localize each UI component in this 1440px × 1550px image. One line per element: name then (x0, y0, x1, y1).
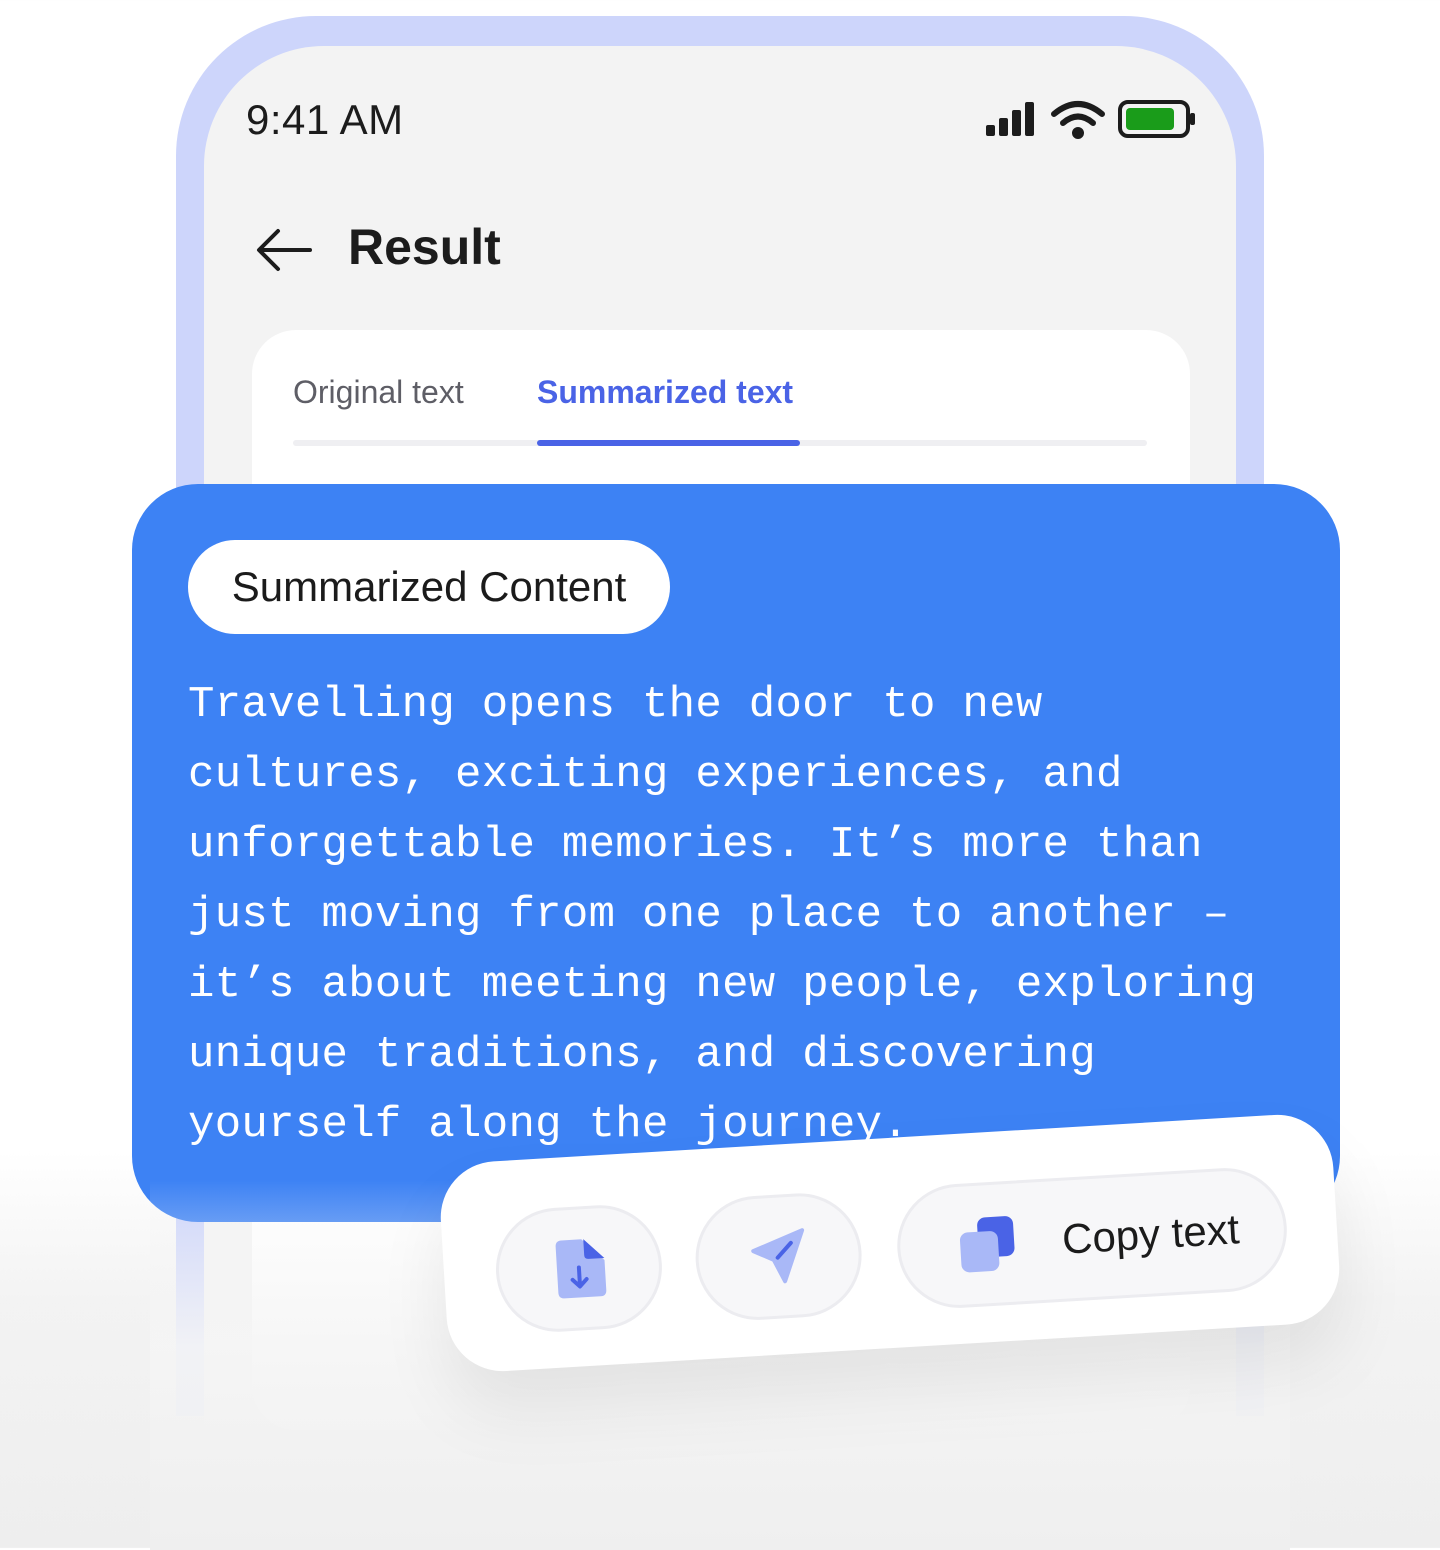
active-tab-indicator (537, 440, 800, 446)
wifi-icon (1051, 101, 1105, 139)
send-icon (751, 1228, 805, 1284)
arrow-left-icon[interactable] (254, 226, 314, 274)
download-button[interactable] (492, 1201, 666, 1336)
download-file-icon (555, 1239, 607, 1299)
copy-icon (959, 1216, 1015, 1273)
copy-text-label: Copy text (1060, 1205, 1241, 1263)
battery-icon (1118, 100, 1195, 138)
tab-summarized-text[interactable]: Summarized text (537, 374, 793, 411)
cellular-signal-icon (986, 102, 1034, 136)
status-icons (986, 100, 1195, 139)
status-time: 9:41 AM (246, 96, 404, 143)
page-title: Result (348, 219, 501, 275)
copy-text-button[interactable]: Copy text (893, 1164, 1291, 1312)
tab-original-text[interactable]: Original text (293, 374, 464, 411)
send-button[interactable] (692, 1189, 866, 1324)
summary-badge: Summarized Content (188, 540, 670, 634)
summary-text: Travelling opens the door to new culture… (188, 680, 1257, 1150)
